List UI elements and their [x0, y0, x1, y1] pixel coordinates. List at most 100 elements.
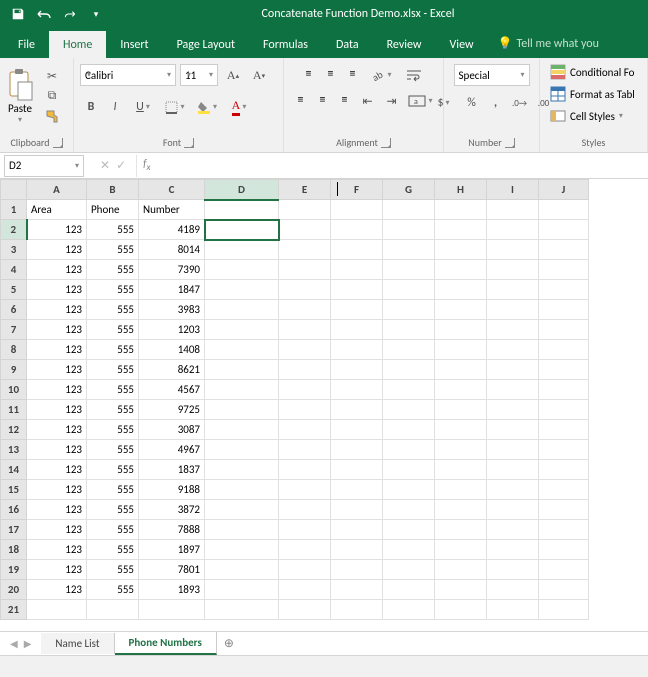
number-format-combo[interactable]: Special▾ [454, 64, 530, 86]
cell[interactable] [383, 320, 435, 340]
cell[interactable]: 9725 [139, 400, 205, 420]
cell[interactable] [331, 460, 383, 480]
cell[interactable] [331, 280, 383, 300]
cell[interactable] [279, 500, 331, 520]
cell[interactable] [279, 220, 331, 240]
cell[interactable] [487, 480, 539, 500]
cell[interactable]: Area [27, 200, 87, 220]
cell[interactable] [279, 340, 331, 360]
tab-review[interactable]: Review [373, 31, 436, 58]
cell[interactable]: 123 [27, 220, 87, 240]
tell-me-search[interactable]: 💡 Tell me what you [488, 29, 609, 58]
cell[interactable]: 555 [87, 420, 139, 440]
cell[interactable]: 123 [27, 520, 87, 540]
cell[interactable]: 3872 [139, 500, 205, 520]
cell[interactable] [487, 420, 539, 440]
cell[interactable] [435, 500, 487, 520]
cell[interactable] [279, 540, 331, 560]
cell[interactable] [279, 280, 331, 300]
cell[interactable] [383, 300, 435, 320]
cell[interactable] [205, 220, 279, 240]
comma-icon[interactable]: , [485, 92, 507, 114]
cell[interactable]: 123 [27, 320, 87, 340]
cell[interactable] [383, 440, 435, 460]
cell[interactable] [539, 460, 589, 480]
row-header[interactable]: 8 [1, 340, 27, 360]
align-bottom-icon[interactable]: ≡ [343, 64, 363, 84]
orientation-icon[interactable]: ab [365, 64, 399, 86]
cell-styles-button[interactable]: Cell Styles▾ [546, 106, 627, 126]
align-left-icon[interactable]: ≡ [291, 90, 311, 110]
cell[interactable]: 123 [27, 460, 87, 480]
underline-icon[interactable]: U [128, 96, 158, 118]
spreadsheet-grid[interactable]: ABCDEFGHIJ1AreaPhoneNumber21235554189312… [0, 179, 648, 631]
conditional-formatting-button[interactable]: Conditional Fo [546, 62, 638, 82]
cell[interactable] [435, 260, 487, 280]
cell[interactable]: 1203 [139, 320, 205, 340]
save-icon[interactable] [6, 2, 30, 26]
cell[interactable] [539, 400, 589, 420]
cell[interactable] [487, 260, 539, 280]
cell[interactable] [383, 340, 435, 360]
cell[interactable] [539, 580, 589, 600]
cell[interactable] [205, 520, 279, 540]
cell[interactable]: 123 [27, 580, 87, 600]
clipboard-launcher-icon[interactable] [53, 138, 63, 148]
cell[interactable]: 123 [27, 300, 87, 320]
font-name-combo[interactable]: Calibri▾ [80, 64, 176, 86]
cell[interactable] [435, 560, 487, 580]
increase-decimal-icon[interactable]: .0→ [509, 92, 531, 114]
cell[interactable] [539, 300, 589, 320]
decrease-indent-icon[interactable]: ⇤ [357, 90, 379, 112]
cell[interactable]: 123 [27, 500, 87, 520]
cell[interactable] [331, 500, 383, 520]
sheet-nav-next-icon[interactable]: ▶ [24, 637, 32, 650]
cell[interactable]: 555 [87, 260, 139, 280]
cell[interactable] [539, 500, 589, 520]
cell[interactable] [487, 280, 539, 300]
cell[interactable] [205, 340, 279, 360]
add-sheet-icon[interactable]: ⊕ [217, 636, 241, 651]
cell[interactable] [487, 560, 539, 580]
cell[interactable] [435, 480, 487, 500]
cell[interactable] [383, 600, 435, 620]
row-header[interactable]: 5 [1, 280, 27, 300]
enter-formula-icon[interactable]: ✓ [116, 158, 126, 173]
cell[interactable] [435, 220, 487, 240]
cell[interactable] [487, 240, 539, 260]
cell[interactable] [279, 600, 331, 620]
cell[interactable] [331, 420, 383, 440]
currency-icon[interactable]: $ [429, 92, 459, 114]
cell[interactable] [279, 480, 331, 500]
cell[interactable] [539, 440, 589, 460]
cell[interactable]: 1897 [139, 540, 205, 560]
row-header[interactable]: 1 [1, 200, 27, 220]
cell[interactable]: 555 [87, 580, 139, 600]
cell[interactable]: 7390 [139, 260, 205, 280]
row-header[interactable]: 10 [1, 380, 27, 400]
qat-customize-icon[interactable]: ▾ [84, 2, 108, 26]
cell[interactable] [435, 300, 487, 320]
cell[interactable] [279, 440, 331, 460]
cell[interactable] [383, 480, 435, 500]
row-header[interactable]: 12 [1, 420, 27, 440]
cell[interactable] [383, 260, 435, 280]
cell[interactable]: 555 [87, 340, 139, 360]
cell[interactable] [435, 340, 487, 360]
row-header[interactable]: 13 [1, 440, 27, 460]
bold-icon[interactable]: B [80, 96, 102, 118]
cell[interactable] [435, 360, 487, 380]
cell[interactable] [539, 320, 589, 340]
cell[interactable] [331, 260, 383, 280]
cell[interactable]: 7888 [139, 520, 205, 540]
format-painter-icon[interactable] [42, 107, 62, 125]
cell[interactable]: 555 [87, 520, 139, 540]
cell[interactable] [205, 240, 279, 260]
cut-icon[interactable]: ✂ [42, 67, 62, 85]
cell[interactable] [331, 380, 383, 400]
sheet-tab-name-list[interactable]: Name List [41, 633, 114, 654]
cell[interactable] [279, 300, 331, 320]
align-center-icon[interactable]: ≡ [313, 90, 333, 110]
cell[interactable]: 8621 [139, 360, 205, 380]
cell[interactable] [205, 200, 279, 220]
